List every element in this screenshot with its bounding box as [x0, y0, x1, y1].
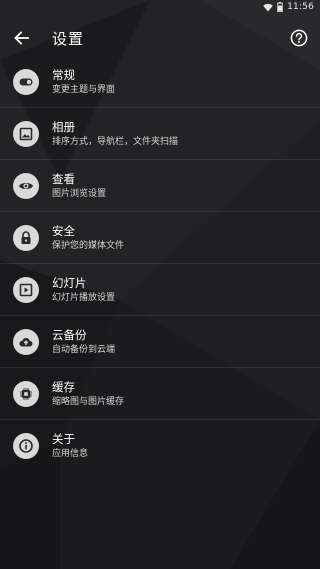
- toggle-icon: [13, 69, 39, 95]
- settings-item-cache[interactable]: 缓存 缩略图与图片缓存: [0, 368, 320, 420]
- settings-item-subtitle: 图片浏览设置: [52, 188, 107, 199]
- settings-item-subtitle: 缩略图与图片缓存: [52, 396, 125, 407]
- settings-item-cloud-backup[interactable]: 云备份 自动备份到云端: [0, 316, 320, 368]
- settings-item-title: 幻灯片: [52, 275, 87, 290]
- status-bar: 11:56: [0, 0, 320, 14]
- settings-item-title: 相册: [52, 119, 75, 134]
- settings-screen: 11:56 设置 常规 变更主题与界面 相册 排序方式，导航栏，文件夹扫描 查看…: [0, 0, 320, 569]
- chip-icon: [13, 381, 39, 407]
- image-icon: [13, 121, 39, 147]
- settings-item-view[interactable]: 查看 图片浏览设置: [0, 160, 320, 212]
- settings-item-subtitle: 变更主题与界面: [52, 84, 116, 95]
- eye-icon: [13, 173, 39, 199]
- toolbar: 设置: [0, 14, 320, 62]
- settings-list: 常规 变更主题与界面 相册 排序方式，导航栏，文件夹扫描 查看 图片浏览设置 安…: [0, 56, 320, 472]
- settings-item-slideshow[interactable]: 幻灯片 幻灯片播放设置: [0, 264, 320, 316]
- settings-item-title: 关于: [52, 431, 75, 446]
- settings-item-title: 常规: [52, 67, 75, 82]
- lock-icon: [13, 225, 39, 251]
- wifi-icon: [263, 3, 273, 11]
- settings-item-about[interactable]: 关于 应用信息: [0, 420, 320, 472]
- battery-icon: [277, 2, 284, 12]
- settings-item-title: 云备份: [52, 327, 87, 342]
- settings-item-albums[interactable]: 相册 排序方式，导航栏，文件夹扫描: [0, 108, 320, 160]
- settings-item-subtitle: 幻灯片播放设置: [52, 292, 116, 303]
- settings-item-title: 安全: [52, 223, 75, 238]
- help-circle-icon: [290, 29, 308, 47]
- settings-item-subtitle: 应用信息: [52, 448, 89, 459]
- info-icon: [13, 433, 39, 459]
- settings-item-title: 查看: [52, 171, 75, 186]
- settings-item-subtitle: 自动备份到云端: [52, 344, 116, 355]
- back-button[interactable]: [1, 18, 41, 58]
- page-title: 设置: [52, 29, 85, 48]
- settings-item-general[interactable]: 常规 变更主题与界面: [0, 56, 320, 108]
- slideshow-icon: [13, 277, 39, 303]
- status-time: 11:56: [287, 2, 314, 12]
- cloud-upload-icon: [13, 329, 39, 355]
- arrow-back-icon: [14, 31, 29, 45]
- settings-item-subtitle: 排序方式，导航栏，文件夹扫描: [52, 136, 179, 147]
- settings-item-security[interactable]: 安全 保护您的媒体文件: [0, 212, 320, 264]
- help-button[interactable]: [284, 23, 314, 53]
- settings-item-title: 缓存: [52, 379, 75, 394]
- settings-item-subtitle: 保护您的媒体文件: [52, 240, 125, 251]
